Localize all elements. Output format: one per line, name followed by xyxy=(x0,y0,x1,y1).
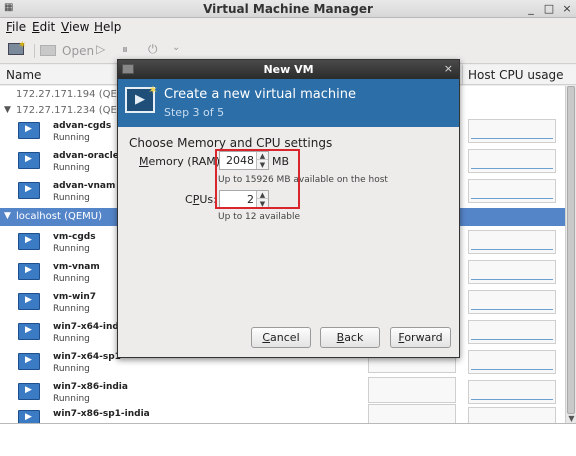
expand-icon[interactable]: ▼ xyxy=(4,105,11,115)
dialog-banner: ✶ Create a new virtual machine Step 3 of… xyxy=(118,79,459,127)
cpu-graph xyxy=(368,404,456,423)
cpu-graph xyxy=(468,149,556,173)
scrollbar-thumb[interactable] xyxy=(567,86,575,414)
column-cpu-usage[interactable]: Host CPU usage xyxy=(468,68,564,82)
dialog-titlebar[interactable]: New VM × xyxy=(118,60,459,79)
cpus-hint: Up to 12 available xyxy=(218,212,300,222)
vm-icon xyxy=(18,383,40,400)
minimize-button[interactable]: _ xyxy=(524,2,538,15)
vm-icon xyxy=(18,293,40,310)
window-titlebar[interactable]: ▦ Virtual Machine Manager _ □ × xyxy=(0,0,576,18)
cpu-graph xyxy=(368,377,456,403)
dialog-title: New VM xyxy=(263,63,314,76)
menubar: File Edit View Help xyxy=(0,18,576,36)
cpu-graph xyxy=(468,290,556,314)
memory-label: Memory (RAM): xyxy=(139,155,224,168)
cpu-graph xyxy=(468,320,556,344)
annotation-highlight-box xyxy=(215,149,300,209)
vm-icon xyxy=(18,323,40,340)
cpu-graph xyxy=(468,350,556,374)
forward-button[interactable]: Forward xyxy=(390,327,451,348)
menu-file[interactable]: File xyxy=(6,20,26,34)
banner-title: Create a new virtual machine xyxy=(164,87,356,102)
vm-icon xyxy=(18,263,40,280)
open-button[interactable]: Open xyxy=(40,42,94,60)
menu-help[interactable]: Help xyxy=(94,20,121,34)
window-title: Virtual Machine Manager xyxy=(203,2,373,16)
cpu-graph xyxy=(468,380,556,404)
banner-step: Step 3 of 5 xyxy=(164,106,225,119)
dropdown-icon[interactable]: ⌄ xyxy=(172,42,184,60)
section-heading: Choose Memory and CPU settings xyxy=(129,136,333,150)
pause-icon[interactable]: ⏸ xyxy=(122,42,136,60)
scroll-down-arrow-icon[interactable]: ▼ xyxy=(567,414,576,423)
list-item[interactable]: win7-x86-sp1-india xyxy=(0,404,565,423)
close-button[interactable]: × xyxy=(560,2,574,15)
new-vm-button[interactable]: ✶ xyxy=(6,40,28,60)
maximize-button[interactable]: □ xyxy=(542,2,556,15)
cpu-graph xyxy=(468,230,556,254)
vm-icon xyxy=(18,152,40,169)
run-icon[interactable]: ▷ xyxy=(96,42,110,60)
cpu-graph xyxy=(468,260,556,284)
menu-edit[interactable]: Edit xyxy=(32,20,55,34)
sparkle-icon: ✶ xyxy=(148,83,159,97)
cpu-graph xyxy=(468,179,556,203)
open-icon xyxy=(40,45,56,56)
cpu-graph xyxy=(468,407,556,423)
vm-icon xyxy=(18,182,40,199)
vm-icon xyxy=(18,233,40,250)
cpus-label: CPUs: xyxy=(185,193,217,206)
column-name[interactable]: Name xyxy=(6,68,41,82)
cancel-button[interactable]: Cancel xyxy=(251,327,311,348)
cpu-graph xyxy=(468,119,556,143)
menu-view[interactable]: View xyxy=(61,20,89,34)
vertical-scrollbar[interactable]: ▼ xyxy=(565,86,576,423)
list-item[interactable]: win7-x86-india Running xyxy=(0,377,565,407)
vm-icon xyxy=(18,353,40,370)
vm-icon xyxy=(18,122,40,139)
back-button[interactable]: Back xyxy=(320,327,380,348)
vm-icon xyxy=(18,410,40,423)
dialog-close-icon[interactable]: × xyxy=(444,62,453,75)
shutdown-icon[interactable]: ⏻ xyxy=(148,42,164,60)
expand-icon[interactable]: ▼ xyxy=(4,211,11,221)
